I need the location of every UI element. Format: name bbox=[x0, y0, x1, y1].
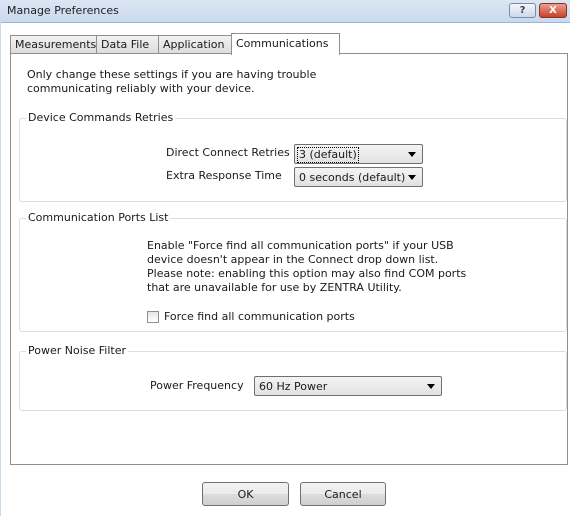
power-frequency-select[interactable]: 60 Hz Power bbox=[254, 376, 442, 396]
force-find-checkbox[interactable] bbox=[147, 311, 159, 323]
help-button[interactable]: ? bbox=[509, 3, 536, 18]
preferences-dialog: Manage Preferences ? X Measurements Data… bbox=[0, 0, 570, 516]
chevron-down-icon bbox=[427, 384, 435, 389]
close-icon: X bbox=[549, 5, 557, 16]
chevron-down-icon bbox=[408, 152, 416, 157]
window-border bbox=[0, 22, 1, 516]
close-button[interactable]: X bbox=[539, 3, 567, 18]
tab-application[interactable]: Application bbox=[158, 35, 232, 54]
force-find-checkbox-label[interactable]: Force find all communication ports bbox=[164, 310, 355, 324]
cancel-button[interactable]: Cancel bbox=[300, 482, 386, 506]
communication-ports-group: Communication Ports List Enable "Force f… bbox=[19, 211, 567, 332]
title-bar: Manage Preferences ? X bbox=[0, 0, 570, 23]
power-frequency-value: 60 Hz Power bbox=[259, 380, 328, 393]
tab-measurements[interactable]: Measurements bbox=[10, 35, 97, 54]
question-mark-icon: ? bbox=[519, 5, 526, 16]
force-find-description: Enable "Force find all communication por… bbox=[147, 239, 467, 294]
window-title: Manage Preferences bbox=[7, 4, 119, 17]
device-commands-group: Device Commands Retries Direct Connect R… bbox=[19, 111, 567, 202]
tab-communications[interactable]: Communications bbox=[231, 33, 340, 55]
chevron-down-icon bbox=[408, 175, 416, 180]
communications-panel: Only change these settings if you are ha… bbox=[10, 53, 568, 465]
tab-data-file[interactable]: Data File bbox=[96, 35, 159, 54]
device-commands-title: Device Commands Retries bbox=[26, 111, 176, 125]
extra-response-time-label: Extra Response Time bbox=[166, 169, 282, 182]
direct-connect-retries-value: 3 (default) bbox=[297, 147, 359, 163]
intro-text: Only change these settings if you are ha… bbox=[27, 68, 317, 95]
power-frequency-label: Power Frequency bbox=[150, 379, 244, 392]
communication-ports-title: Communication Ports List bbox=[26, 211, 171, 225]
ok-button[interactable]: OK bbox=[202, 482, 289, 506]
extra-response-time-select[interactable]: 0 seconds (default) bbox=[294, 167, 423, 187]
direct-connect-retries-select[interactable]: 3 (default) bbox=[294, 144, 423, 164]
power-noise-filter-title: Power Noise Filter bbox=[26, 344, 129, 358]
direct-connect-retries-label: Direct Connect Retries bbox=[166, 146, 290, 159]
extra-response-time-value: 0 seconds (default) bbox=[299, 171, 406, 184]
power-noise-filter-group: Power Noise Filter Power Frequency 60 Hz… bbox=[19, 344, 567, 411]
